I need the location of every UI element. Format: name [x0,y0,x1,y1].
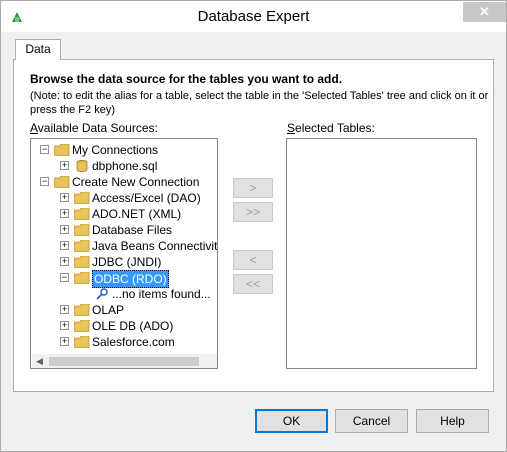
tree-item[interactable]: + ADO.NET (XML) [31,206,217,222]
expand-icon[interactable]: + [60,305,69,314]
tab-data[interactable]: Data [15,39,61,60]
tree-item-label: Database Files [92,223,173,237]
tree-item[interactable]: + dbphone.sql [31,158,217,174]
tree-item-label: ADO.NET (XML) [92,207,182,221]
folder-icon [54,144,70,156]
tree-item-label: My Connections [72,143,159,157]
expand-icon[interactable]: + [60,241,69,250]
window-title: Database Expert [197,8,310,25]
search-icon [96,288,108,300]
tree-item[interactable]: − ODBC (RDO) [31,270,217,288]
tree-item-label: OLE DB (ADO) [92,319,174,333]
tree-item-label: dbphone.sql [92,159,158,173]
scroll-left-icon[interactable]: ◀ [36,356,43,367]
cancel-button[interactable]: Cancel [335,409,408,433]
tree-item-label: Java Beans Connectivit [92,239,218,253]
database-expert-window: Database Expert ✕ Data Browse the data s… [0,0,507,452]
expand-icon[interactable]: + [60,209,69,218]
tree-item[interactable]: − Create New Connection [31,174,217,190]
tree-item-label: OLAP [92,303,125,317]
available-sources-tree[interactable]: − My Connections + dbphone.sql − Create New C… [30,138,218,369]
ok-button[interactable]: OK [255,409,328,433]
folder-icon [74,224,90,236]
collapse-icon[interactable]: − [40,177,49,186]
add-all-tables-button[interactable]: >> [233,202,273,222]
expand-icon[interactable]: + [60,225,69,234]
tree-item-label: JDBC (JNDI) [92,255,162,269]
tree-item[interactable]: + JDBC (JNDI) [31,254,217,270]
tree-item-label: ...no items found... [112,287,211,301]
folder-icon [74,192,90,204]
tree-item[interactable]: + OLAP [31,302,217,318]
tree-item[interactable]: + OLE DB (ADO) [31,318,217,334]
folder-icon [74,320,90,332]
instruction-heading: Browse the data source for the tables yo… [30,72,343,86]
instruction-note: (Note: to edit the alias for a table, se… [30,90,489,116]
tree-item-label: Access/Excel (DAO) [92,191,201,205]
collapse-icon[interactable]: − [40,145,49,154]
expand-icon[interactable]: + [60,337,69,346]
folder-icon [74,256,90,268]
folder-icon [74,272,90,284]
folder-icon [74,304,90,316]
remove-table-button[interactable]: < [233,250,273,270]
close-button[interactable]: ✕ [463,2,506,22]
folder-icon [74,208,90,220]
available-sources-label: Available Data Sources: [30,121,158,135]
help-button[interactable]: Help [416,409,489,433]
selected-tables-label: Selected Tables: [287,121,375,135]
title-bar: Database Expert ✕ [1,1,506,32]
tree-item[interactable]: − My Connections [31,142,217,158]
horizontal-scroll-thumb[interactable] [49,357,199,366]
tree-item[interactable]: + Database Files [31,222,217,238]
folder-icon [54,176,70,188]
expand-icon[interactable]: + [60,161,69,170]
expand-icon[interactable]: + [60,321,69,330]
tree-item-label: Create New Connection [72,175,200,189]
tree-item-label: Salesforce.com [92,335,175,349]
tree-horizontal-scrollbar[interactable]: ◀ ▶ [32,354,217,368]
tree-item[interactable]: + Java Beans Connectivit [31,238,218,254]
folder-icon [74,240,90,252]
tree-item[interactable]: + Access/Excel (DAO) [31,190,217,206]
expand-icon[interactable]: + [60,193,69,202]
tree-item[interactable]: ...no items found... [31,286,217,302]
add-table-button[interactable]: > [233,178,273,198]
folder-icon [74,336,90,348]
tree-item[interactable]: + Salesforce.com [31,334,217,350]
selected-tables-tree[interactable] [286,138,477,369]
database-icon [76,160,88,172]
collapse-icon[interactable]: − [60,273,69,282]
remove-all-tables-button[interactable]: << [233,274,273,294]
expand-icon[interactable]: + [60,257,69,266]
